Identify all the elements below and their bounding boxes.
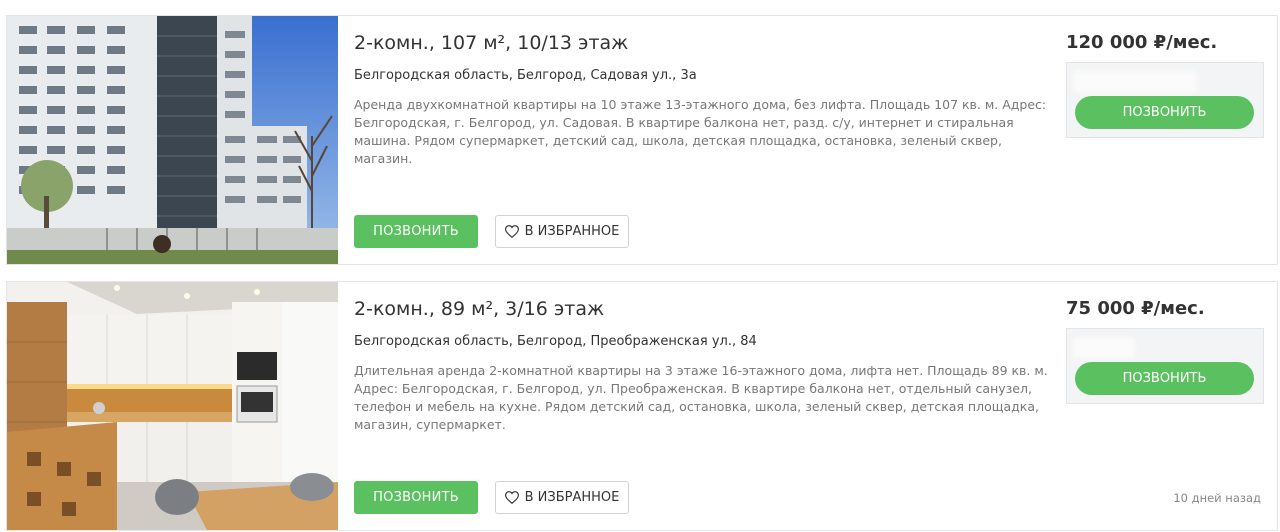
listing-price: 120 000 ₽/мес. (1066, 32, 1218, 53)
add-to-favorites-button[interactable]: В ИЗБРАННОЕ (495, 481, 629, 514)
listing-title[interactable]: 2-комн., 89 м², 3/16 этаж (354, 298, 604, 320)
favorites-label: В ИЗБРАННОЕ (524, 224, 620, 239)
contact-box: ПОЗВОНИТЬ (1066, 328, 1264, 404)
heart-icon (504, 225, 519, 238)
kitchen-photo (7, 282, 338, 530)
building-photo (7, 16, 338, 264)
heart-icon (504, 491, 519, 504)
listing-title[interactable]: 2-комн., 107 м², 10/13 этаж (354, 32, 628, 54)
listing-card: 2-комн., 89 м², 3/16 этаж Белгородская о… (6, 281, 1278, 531)
contact-call-button[interactable]: ПОЗВОНИТЬ (1075, 96, 1254, 129)
listing-photo-kitchen[interactable] (7, 282, 338, 530)
listing-card: 2-комн., 107 м², 10/13 этаж Белгородская… (6, 15, 1278, 265)
add-to-favorites-button[interactable]: В ИЗБРАННОЕ (495, 215, 629, 248)
listing-photo-building[interactable] (7, 16, 338, 264)
hidden-phone-number (1073, 71, 1197, 93)
hidden-phone-number (1073, 337, 1135, 359)
listing-description: Длительная аренда 2-комнатной квартиры н… (354, 363, 1048, 432)
favorites-label: В ИЗБРАННОЕ (524, 490, 620, 505)
contact-call-button[interactable]: ПОЗВОНИТЬ (1075, 362, 1254, 395)
listing-address: Белгородская область, Белгород, Садовая … (354, 68, 697, 83)
contact-box: ПОЗВОНИТЬ (1066, 62, 1264, 138)
call-button[interactable]: ПОЗВОНИТЬ (354, 481, 478, 514)
listing-price: 75 000 ₽/мес. (1066, 298, 1205, 319)
listing-description: Аренда двухкомнатной квартиры на 10 этаж… (354, 97, 1047, 166)
listing-address: Белгородская область, Белгород, Преображ… (354, 334, 757, 349)
posted-date: 10 дней назад (1173, 491, 1261, 505)
call-button[interactable]: ПОЗВОНИТЬ (354, 215, 478, 248)
